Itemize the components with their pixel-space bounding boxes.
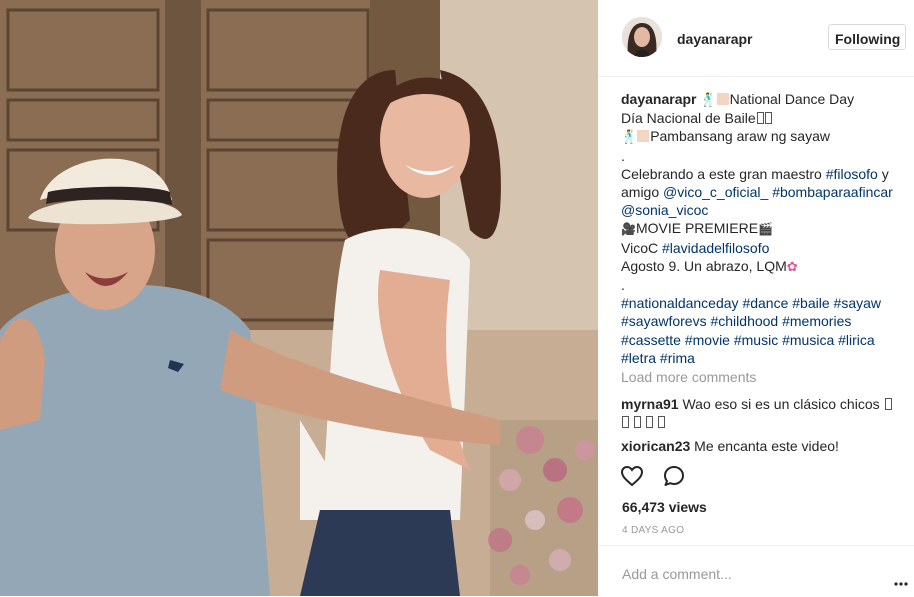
- hashtag-link[interactable]: #cassette: [621, 332, 681, 348]
- avatar[interactable]: [622, 17, 662, 57]
- post-video[interactable]: [0, 0, 598, 596]
- movie-camera-icon: 🎥: [621, 222, 636, 237]
- hashtag-link[interactable]: #letra: [621, 350, 656, 366]
- caption-line: VicoC #lavidadelfilosofo: [621, 239, 906, 257]
- caption-line: #sayawforevs #childhood #memories: [621, 312, 906, 330]
- caption-line: Celebrando a este gran maestro #filosofo…: [621, 165, 906, 183]
- comment-text: Me encanta este video!: [694, 438, 839, 454]
- comment-text: Wao eso si es un clásico chicos: [682, 396, 880, 412]
- hashtag-link[interactable]: #musica: [782, 332, 834, 348]
- caption-text: VicoC: [621, 239, 659, 256]
- caption-text: National Dance Day: [729, 91, 855, 107]
- clapper-board-icon: 🎬: [758, 222, 774, 237]
- caption-text: Día Nacional de Baile: [621, 110, 756, 127]
- hashtag-link[interactable]: #sayawforevs: [621, 313, 707, 329]
- comment-username[interactable]: xiorican23: [621, 438, 690, 454]
- comment-username[interactable]: myrna91: [621, 396, 679, 412]
- caption-text: .: [621, 277, 625, 294]
- missing-glyph-icon: [622, 416, 629, 428]
- mention-link[interactable]: @vico_c_oficial_: [663, 184, 768, 200]
- hashtag-link[interactable]: #lirica: [838, 332, 875, 348]
- caption: dayanarapr 🕺 National Dance Day Día Nacio…: [621, 90, 906, 367]
- post-header: dayanarapr Following: [598, 0, 914, 77]
- hashtag-link[interactable]: #music: [734, 332, 778, 348]
- caption-line: Agosto 9. Un abrazo, LQM✿: [621, 257, 906, 276]
- post-actions: 66,473 views 4 DAYS AGO: [598, 455, 914, 555]
- caption-text: Agosto 9. Un abrazo, LQM: [621, 257, 787, 274]
- dancer-emoji-icon: 🕺: [621, 129, 638, 145]
- avatar-image: [622, 17, 662, 57]
- hashtag-link[interactable]: #memories: [782, 313, 851, 329]
- caption-text: y: [881, 165, 889, 182]
- hashtag-link[interactable]: #baile: [792, 295, 829, 311]
- dancer-emoji-icon: 🕺: [700, 92, 717, 107]
- skin-tone-emoji-icon: [637, 130, 650, 143]
- hashtag-link[interactable]: #sayaw: [834, 295, 881, 311]
- hashtag-link[interactable]: #dance: [742, 295, 788, 311]
- hashtag-link[interactable]: #movie: [685, 332, 730, 348]
- caption-line: dayanarapr 🕺 National Dance Day: [621, 90, 906, 109]
- following-button[interactable]: Following: [828, 24, 906, 50]
- flower-emoji-icon: ✿: [786, 258, 798, 274]
- hashtag-link[interactable]: #nationaldanceday: [621, 295, 739, 311]
- comment-item: xiorican23 Me encanta este video!: [621, 437, 906, 455]
- comment-form: Add a comment...: [598, 545, 914, 597]
- caption-text: MOVIE PREMIERE: [635, 220, 759, 237]
- hashtag-link[interactable]: #childhood: [710, 313, 778, 329]
- header-username[interactable]: dayanarapr: [677, 31, 752, 47]
- view-count[interactable]: 66,473 views: [622, 499, 707, 515]
- caption-line: @sonia_vicoc: [621, 201, 906, 219]
- post-timestamp[interactable]: 4 DAYS AGO: [622, 525, 684, 536]
- caption-line: #cassette #movie #music #musica #lirica: [621, 331, 906, 349]
- caption-line: amigo @vico_c_oficial_ #bombaparaafincar: [621, 183, 906, 201]
- missing-glyph-icon: [633, 416, 641, 428]
- hashtag-link[interactable]: #bombaparaafincar: [772, 184, 893, 200]
- missing-glyph-icon: [756, 112, 764, 125]
- missing-glyph-icon: [645, 416, 653, 428]
- comment-item: myrna91 Wao eso si es un clásico chicos: [621, 395, 906, 431]
- hashtag-link[interactable]: #lavidadelfilosofo: [662, 240, 769, 256]
- caption-text: Celebrando a este gran maestro: [621, 165, 822, 182]
- load-more-comments-link[interactable]: Load more comments: [621, 369, 756, 385]
- caption-text: .: [621, 147, 625, 164]
- caption-line: #letra #rima: [621, 349, 906, 367]
- video-frame-illustration: [0, 0, 598, 596]
- post-sidebar: dayanarapr Following dayanarapr 🕺 Nationa…: [598, 0, 914, 596]
- caption-line: #nationaldanceday #dance #baile #sayaw: [621, 294, 906, 312]
- caption-line: Día Nacional de Baile: [621, 109, 906, 127]
- more-options-icon[interactable]: [894, 573, 908, 591]
- caption-text: Pambansang araw ng sayaw: [650, 128, 830, 145]
- missing-glyph-icon: [657, 416, 665, 428]
- hashtag-link[interactable]: #rima: [660, 350, 695, 366]
- heart-icon[interactable]: [620, 464, 644, 493]
- caption-username[interactable]: dayanarapr: [621, 91, 696, 107]
- caption-line: 🕺 Pambansang araw ng sayaw: [621, 127, 906, 146]
- add-comment-input[interactable]: Add a comment...: [622, 566, 732, 582]
- instagram-post: dayanarapr Following dayanarapr 🕺 Nationa…: [0, 0, 914, 596]
- missing-glyph-icon: [884, 398, 892, 410]
- caption-text: amigo: [621, 184, 660, 201]
- skin-tone-emoji-icon: [716, 93, 729, 105]
- caption-line: 🎥MOVIE PREMIERE🎬: [621, 219, 906, 238]
- missing-glyph-icon: [764, 112, 772, 125]
- comment-icon[interactable]: [662, 464, 686, 493]
- hashtag-link[interactable]: #filosofo: [826, 166, 878, 182]
- mention-link[interactable]: @sonia_vicoc: [621, 202, 708, 218]
